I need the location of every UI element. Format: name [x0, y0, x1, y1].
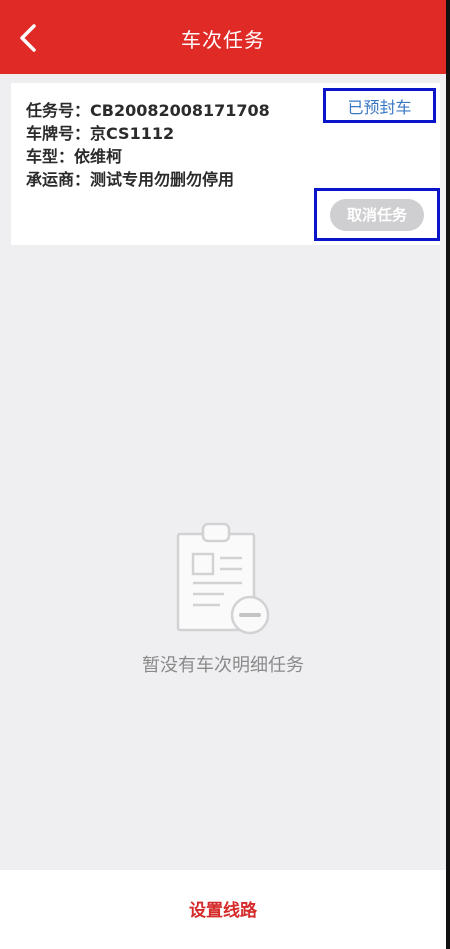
bottom-bar: 设置线路 [0, 870, 446, 949]
carrier-name: 承运商：测试专用勿删勿停用 [26, 170, 235, 189]
empty-state-message: 暂没有车次明细任务 [142, 655, 304, 676]
plate-number: 车牌号：京CS1112 [26, 124, 175, 143]
vehicle-type: 车型：依维柯 [26, 147, 123, 166]
cancel-task-button[interactable]: 取消任务 [330, 198, 424, 231]
app-screen: 车次任务 任务号：CB20082008171708 车牌号：京CS1112 车型… [0, 0, 450, 949]
page-title: 车次任务 [181, 28, 265, 52]
task-card[interactable]: 任务号：CB20082008171708 车牌号：京CS1112 车型：依维柯 … [11, 83, 440, 245]
clipboard-minus-icon [176, 522, 270, 635]
task-number: 任务号：CB20082008171708 [26, 101, 270, 120]
status-badge: 已预封车 [347, 97, 412, 117]
top-bar: 车次任务 [0, 0, 446, 74]
cancel-highlight-box: 取消任务 [314, 188, 440, 241]
status-highlight-box: 已预封车 [323, 88, 436, 123]
set-route-button[interactable]: 设置线路 [0, 893, 446, 923]
